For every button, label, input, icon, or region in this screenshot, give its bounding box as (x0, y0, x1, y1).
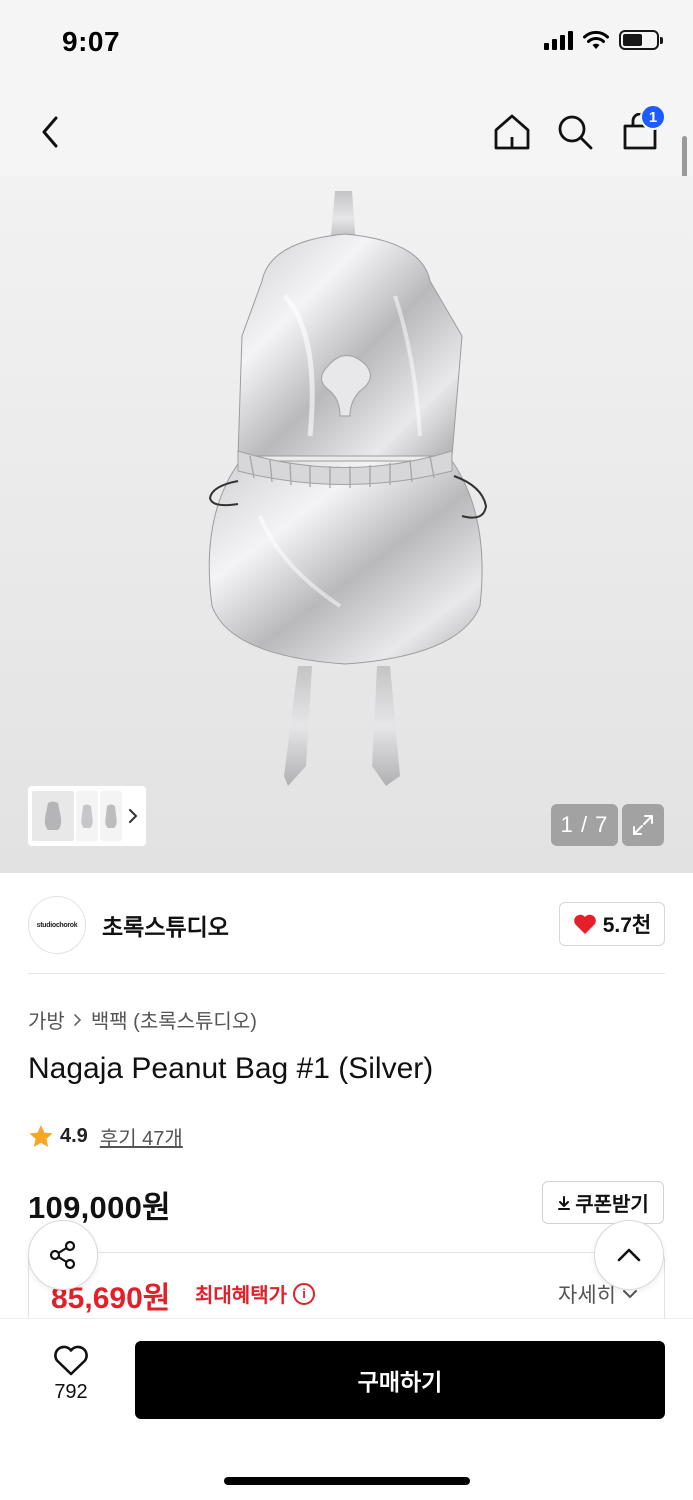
wifi-icon (583, 30, 609, 49)
max-benefit-label: 최대혜택가 i (195, 1279, 315, 1308)
download-icon (558, 1195, 571, 1210)
coupon-button[interactable]: 쿠폰받기 (542, 1181, 664, 1224)
battery-icon (619, 30, 663, 50)
thumbnail-2[interactable] (76, 791, 98, 841)
benefit-detail-label: 자세히 (558, 1284, 616, 1307)
scroll-to-top-button[interactable] (594, 1220, 664, 1290)
bottom-action-bar: 792 구매하기 (0, 1318, 693, 1500)
heart-filled-icon (573, 914, 596, 934)
thumbnail-next-button[interactable] (124, 808, 142, 824)
review-count-link[interactable]: 후기 47개 (100, 1122, 183, 1151)
status-bar: 9:07 (0, 0, 693, 88)
heart-outline-icon (54, 1345, 88, 1376)
brand-like-button[interactable]: 5.7천 (559, 902, 665, 946)
brand-logo[interactable]: studiochorok (28, 896, 86, 954)
breadcrumb-subcategory[interactable]: 백팩 (초록스튜디오) (91, 1005, 257, 1034)
cart-button[interactable]: 1 (616, 104, 666, 156)
breadcrumb: 가방 백팩 (초록스튜디오) (28, 1005, 257, 1034)
search-icon (558, 115, 593, 150)
image-page-counter: 1 / 7 (551, 804, 618, 846)
product-price: 109,000원 (28, 1190, 171, 1225)
home-indicator[interactable] (224, 1477, 470, 1485)
chevron-up-icon (617, 1248, 641, 1262)
brand-name[interactable]: 초록스튜디오 (102, 908, 229, 942)
home-icon (494, 114, 530, 150)
chevron-right-icon (129, 809, 138, 823)
buy-button[interactable]: 구매하기 (135, 1341, 665, 1419)
coupon-label: 쿠폰받기 (575, 1194, 649, 1216)
product-title: Nagaja Peanut Bag #1 (Silver) (28, 1052, 434, 1085)
product-image-gallery[interactable]: 1 / 7 (0, 176, 693, 873)
expand-image-button[interactable] (622, 804, 664, 846)
wishlist-count: 792 (54, 1381, 88, 1403)
info-icon[interactable]: i (293, 1282, 315, 1305)
rating-row: 4.9 후기 47개 (28, 1122, 183, 1151)
nav-bar: 1 (0, 88, 693, 176)
brand-row[interactable]: studiochorok 초록스튜디오 5.7천 (28, 895, 665, 955)
share-button[interactable] (28, 1220, 98, 1290)
wishlist-button[interactable]: 792 (40, 1345, 102, 1404)
signal-icon (544, 30, 573, 50)
divider (28, 973, 665, 974)
rating-value: 4.9 (60, 1125, 88, 1147)
expand-icon (633, 815, 653, 835)
home-button[interactable] (488, 108, 536, 156)
back-button[interactable] (26, 108, 74, 156)
breadcrumb-category[interactable]: 가방 (28, 1005, 65, 1034)
star-icon (29, 1125, 53, 1147)
search-button[interactable] (551, 108, 599, 156)
thumbnail-strip[interactable] (28, 786, 146, 846)
status-time: 9:07 (62, 26, 121, 57)
brand-logo-text: studiochorok (36, 921, 78, 929)
cart-count-badge: 1 (640, 104, 666, 130)
thumbnail-1[interactable] (32, 791, 74, 841)
brand-like-count: 5.7천 (602, 914, 652, 937)
chevron-left-icon (42, 116, 58, 148)
chevron-down-icon (623, 1290, 637, 1299)
max-benefit-label-text: 최대혜택가 (195, 1285, 287, 1307)
chevron-right-icon (74, 1013, 81, 1026)
product-image (208, 191, 488, 786)
thumbnail-3[interactable] (100, 791, 122, 841)
status-icons (544, 30, 663, 50)
share-icon (49, 1240, 76, 1270)
